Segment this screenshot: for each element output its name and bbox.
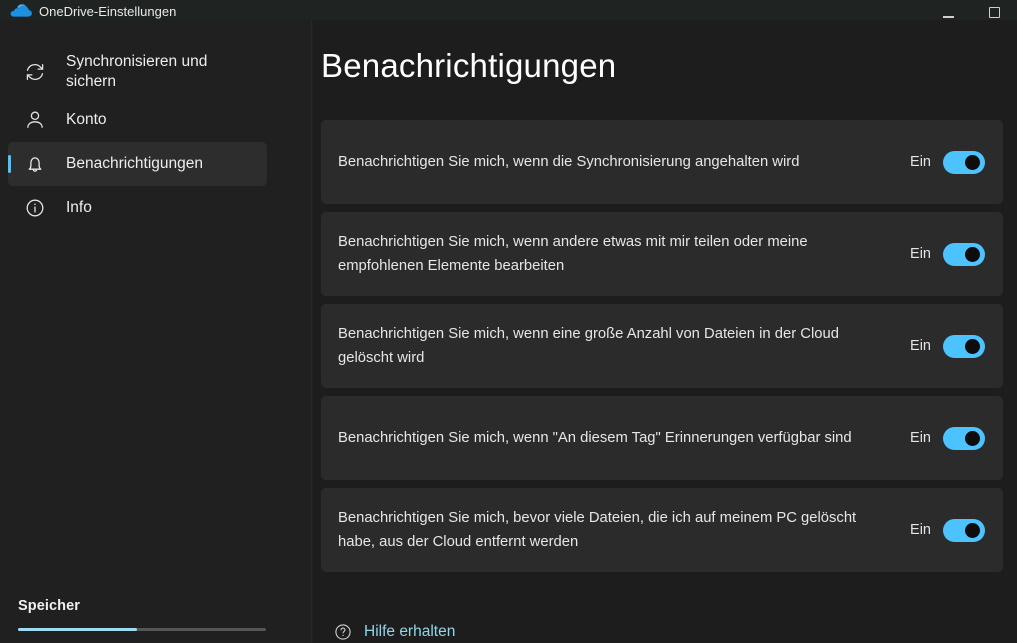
sidebar-nav: Synchronisieren und sichern Konto Benach… xyxy=(0,46,312,230)
setting-row-sharing[interactable]: Benachrichtigen Sie mich, wenn andere et… xyxy=(321,212,1003,296)
sidebar-item-label: Synchronisieren und sichern xyxy=(66,53,208,90)
sidebar-item-label: Konto xyxy=(66,111,107,128)
window-controls xyxy=(925,0,1017,20)
onedrive-cloud-icon xyxy=(10,4,32,17)
toggle-switch[interactable] xyxy=(943,150,985,174)
setting-toggle[interactable]: Ein xyxy=(910,518,985,542)
setting-label: Benachrichtigen Sie mich, wenn andere et… xyxy=(338,234,808,274)
setting-toggle[interactable]: Ein xyxy=(910,150,985,174)
bell-icon xyxy=(23,152,47,176)
setting-row-sync-paused[interactable]: Benachrichtigen Sie mich, wenn die Synch… xyxy=(321,120,1003,204)
selection-accent-bar xyxy=(8,111,11,129)
question-circle-icon xyxy=(335,624,351,640)
selection-accent-bar xyxy=(8,63,11,81)
window-title: OneDrive-Einstellungen xyxy=(39,4,177,19)
page-title: Benachrichtigungen xyxy=(321,47,617,84)
toggle-switch[interactable] xyxy=(943,242,985,266)
toggle-state-label: Ein xyxy=(910,522,931,538)
setting-row-mass-delete-pc[interactable]: Benachrichtigen Sie mich, bevor viele Da… xyxy=(321,488,1003,572)
toggle-knob xyxy=(965,246,980,262)
toggle-knob xyxy=(965,430,980,446)
toggle-state-label: Ein xyxy=(910,338,931,354)
notification-settings-list: Benachrichtigen Sie mich, wenn die Synch… xyxy=(321,120,1003,580)
onedrive-settings-window: OneDrive-Einstellungen Synchronisieren u… xyxy=(0,0,1017,643)
toggle-switch[interactable] xyxy=(943,518,985,542)
storage-section: Speicher xyxy=(18,598,268,631)
storage-label: Speicher xyxy=(18,598,81,614)
sidebar-item-notifications[interactable]: Benachrichtigungen xyxy=(8,142,267,186)
setting-toggle[interactable]: Ein xyxy=(910,242,985,266)
sidebar-item-label: Info xyxy=(66,199,92,216)
toggle-state-label: Ein xyxy=(910,430,931,446)
selection-accent-bar xyxy=(8,199,11,217)
sidebar-item-label: Benachrichtigungen xyxy=(66,155,204,172)
toggle-knob xyxy=(965,338,980,354)
toggle-switch[interactable] xyxy=(943,334,985,358)
minimize-button[interactable] xyxy=(925,0,971,20)
toggle-knob xyxy=(965,522,980,538)
setting-label: Benachrichtigen Sie mich, bevor viele Da… xyxy=(338,510,857,550)
sidebar-item-info[interactable]: Info xyxy=(8,186,267,230)
info-circle-icon xyxy=(23,196,47,220)
setting-toggle[interactable]: Ein xyxy=(910,334,985,358)
minimize-icon xyxy=(942,16,954,18)
maximize-icon xyxy=(988,7,1000,18)
setting-row-on-this-day[interactable]: Benachrichtigen Sie mich, wenn "An diese… xyxy=(321,396,1003,480)
storage-progress-fill xyxy=(18,628,138,631)
sync-icon xyxy=(23,60,47,84)
get-help-label: Hilfe erhalten xyxy=(364,623,456,640)
toggle-knob xyxy=(965,154,980,170)
toggle-state-label: Ein xyxy=(910,154,931,170)
person-icon xyxy=(23,108,47,132)
sidebar-item-account[interactable]: Konto xyxy=(8,98,267,142)
setting-row-mass-delete-cloud[interactable]: Benachrichtigen Sie mich, wenn eine groß… xyxy=(321,304,1003,388)
title-bar-left: OneDrive-Einstellungen xyxy=(0,0,176,20)
setting-toggle[interactable]: Ein xyxy=(910,426,985,450)
toggle-switch[interactable] xyxy=(943,426,985,450)
toggle-state-label: Ein xyxy=(910,246,931,262)
maximize-button[interactable] xyxy=(971,0,1017,20)
storage-progress-track xyxy=(18,628,266,631)
title-bar: OneDrive-Einstellungen xyxy=(0,0,1017,20)
get-help-link[interactable]: Hilfe erhalten xyxy=(334,623,455,641)
sidebar-item-sync-and-backup[interactable]: Synchronisieren und sichern xyxy=(8,46,267,98)
setting-label: Benachrichtigen Sie mich, wenn die Synch… xyxy=(338,154,800,170)
sidebar: Synchronisieren und sichern Konto Benach… xyxy=(0,20,312,643)
setting-label: Benachrichtigen Sie mich, wenn eine groß… xyxy=(338,326,839,366)
selection-accent-bar xyxy=(8,155,11,173)
content-area: Benachrichtigungen Benachrichtigen Sie m… xyxy=(313,20,1017,643)
setting-label: Benachrichtigen Sie mich, wenn "An diese… xyxy=(338,430,852,446)
